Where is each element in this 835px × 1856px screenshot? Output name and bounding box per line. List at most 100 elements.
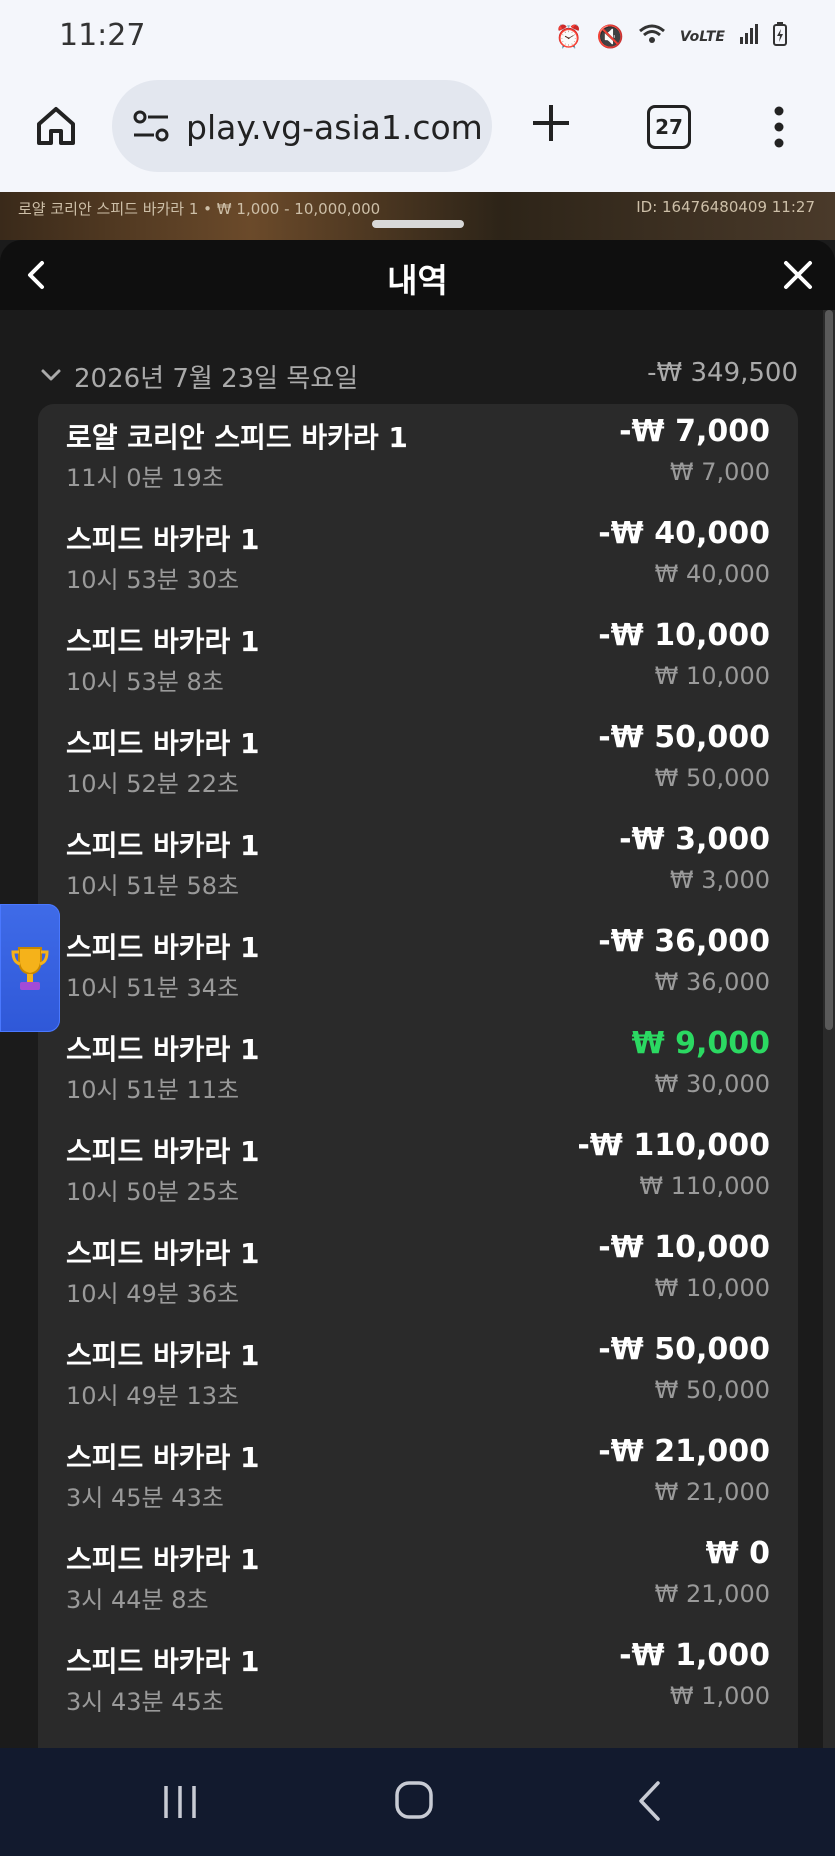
bet-amount: ₩ 1,000: [669, 1682, 770, 1710]
battery-icon: [773, 22, 787, 52]
result-amount: -₩ 10,000: [598, 1230, 770, 1265]
address-bar[interactable]: play.vg-asia1.com: [112, 80, 492, 172]
history-item[interactable]: 스피드 바카라 1 3시 44분 8초 ₩ 0 ₩ 21,000: [38, 1526, 798, 1628]
status-bar: 11:27 ⏰ 🔇 VoLTE: [0, 0, 835, 70]
date-group-header[interactable]: 2026년 7월 23일 목요일 -₩ 349,500: [36, 356, 798, 396]
game-name: 스피드 바카라 1: [66, 1339, 260, 1372]
trophy-tab[interactable]: [0, 904, 60, 1032]
trophy-icon[interactable]: [10, 944, 50, 992]
round-time: 10시 49분 13초: [66, 1382, 240, 1410]
bet-amount: ₩ 7,000: [669, 458, 770, 486]
bet-amount: ₩ 110,000: [639, 1172, 770, 1200]
round-time: 3시 43분 45초: [66, 1688, 224, 1716]
history-item[interactable]: 스피드 바카라 1 10시 53분 8초 -₩ 10,000 ₩ 10,000: [38, 608, 798, 710]
history-item[interactable]: 스피드 바카라 1 10시 51분 58초 -₩ 3,000 ₩ 3,000: [38, 812, 798, 914]
game-name: 스피드 바카라 1: [66, 829, 260, 862]
game-name: 스피드 바카라 1: [66, 727, 260, 760]
game-info-label: 로얄 코리안 스피드 바카라 1 • ₩ 1,000 - 10,000,000: [18, 200, 381, 218]
bet-amount: ₩ 36,000: [654, 968, 770, 996]
recent-apps-icon[interactable]: [160, 1782, 200, 1822]
result-amount: -₩ 36,000: [598, 924, 770, 959]
history-item[interactable]: 스피드 바카라 1 10시 51분 34초 -₩ 36,000 ₩ 36,000: [38, 914, 798, 1016]
game-name: 로얄 코리안 스피드 바카라 1: [66, 421, 408, 454]
drag-handle[interactable]: [372, 220, 464, 228]
bet-amount: ₩ 50,000: [654, 1376, 770, 1404]
history-item[interactable]: 스피드 바카라 1 10시 51분 11초 ₩ 9,000 ₩ 30,000: [38, 1016, 798, 1118]
status-icons: ⏰ 🔇 VoLTE: [555, 22, 787, 52]
history-item[interactable]: 스피드 바카라 1 10시 52분 22초 -₩ 50,000 ₩ 50,000: [38, 710, 798, 812]
bet-amount: ₩ 30,000: [654, 1070, 770, 1098]
game-name: 스피드 바카라 1: [66, 1033, 260, 1066]
date-total: -₩ 349,500: [647, 358, 798, 388]
status-time: 11:27: [59, 18, 146, 53]
result-amount: -₩ 50,000: [598, 1332, 770, 1367]
result-amount: -₩ 21,000: [598, 1434, 770, 1469]
bet-amount: ₩ 3,000: [669, 866, 770, 894]
history-panel: 내역 2026년 7월 23일 목요일 -₩ 349,500 로얄 코리안 스피…: [0, 240, 835, 1748]
system-navigation-bar: [0, 1748, 835, 1856]
result-amount: -₩ 50,000: [598, 720, 770, 755]
volte-icon: VoLTE: [679, 29, 725, 45]
bet-amount: ₩ 10,000: [654, 1274, 770, 1302]
round-time: 10시 49분 36초: [66, 1280, 240, 1308]
home-nav-icon[interactable]: [394, 1780, 434, 1820]
result-amount: -₩ 3,000: [619, 822, 770, 857]
game-name: 스피드 바카라 1: [66, 1237, 260, 1270]
more-menu-icon[interactable]: [770, 104, 788, 150]
bet-amount: ₩ 40,000: [654, 560, 770, 588]
alarm-icon: ⏰: [555, 24, 583, 50]
home-icon[interactable]: [34, 104, 78, 148]
round-time: 10시 51분 58초: [66, 872, 240, 900]
history-list: 로얄 코리안 스피드 바카라 1 11시 0분 19초 -₩ 7,000 ₩ 7,00…: [38, 404, 798, 1748]
url-text[interactable]: play.vg-asia1.com: [186, 108, 483, 147]
mute-icon: 🔇: [596, 24, 624, 50]
result-amount: -₩ 40,000: [598, 516, 770, 551]
history-item[interactable]: 스피드 바카라 1 3시 43분 45초 -₩ 1,000 ₩ 1,000: [38, 1628, 798, 1730]
game-name: 스피드 바카라 1: [66, 523, 260, 556]
browser-toolbar: play.vg-asia1.com 27: [0, 70, 835, 192]
chevron-down-icon[interactable]: [40, 364, 62, 386]
history-item[interactable]: 스피드 바카라 1 10시 49분 13초 -₩ 50,000 ₩ 50,000: [38, 1322, 798, 1424]
round-time: 10시 53분 30초: [66, 566, 240, 594]
new-tab-icon[interactable]: [528, 100, 574, 146]
round-time: 3시 44분 8초: [66, 1586, 209, 1614]
round-time: 10시 51분 34초: [66, 974, 240, 1002]
bet-amount: ₩ 50,000: [654, 764, 770, 792]
game-id-label: ID: 16476480409 11:27: [636, 198, 815, 216]
signal-icon: [739, 23, 759, 51]
result-amount: -₩ 1,000: [619, 1638, 770, 1673]
game-name: 스피드 바카라 1: [66, 1441, 260, 1474]
game-name: 스피드 바카라 1: [66, 931, 260, 964]
round-time: 3시 45분 43초: [66, 1484, 224, 1512]
game-name: 스피드 바카라 1: [66, 1135, 260, 1168]
history-item[interactable]: 로얄 코리안 스피드 바카라 1 11시 0분 19초 -₩ 7,000 ₩ 7,00…: [38, 404, 798, 506]
result-amount: -₩ 10,000: [598, 618, 770, 653]
tab-switcher-button[interactable]: 27: [647, 105, 691, 149]
round-time: 10시 50분 25초: [66, 1178, 240, 1206]
scrollbar-thumb[interactable]: [825, 310, 833, 1030]
game-background: 로얄 코리안 스피드 바카라 1 • ₩ 1,000 - 10,000,000 …: [0, 192, 835, 240]
history-item[interactable]: 스피드 바카라 1 3시 45분 43초 -₩ 21,000 ₩ 21,000: [38, 1424, 798, 1526]
site-settings-icon[interactable]: [132, 108, 170, 144]
history-item[interactable]: 스피드 바카라 1 10시 49분 36초 -₩ 10,000 ₩ 10,000: [38, 1220, 798, 1322]
back-nav-icon[interactable]: [636, 1780, 662, 1822]
game-name: 스피드 바카라 1: [66, 1543, 260, 1576]
round-time: 10시 53분 8초: [66, 668, 224, 696]
close-icon[interactable]: [783, 260, 813, 290]
bet-amount: ₩ 10,000: [654, 662, 770, 690]
panel-title: 내역: [387, 261, 448, 300]
game-name: 스피드 바카라 1: [66, 625, 260, 658]
panel-header: 내역: [0, 240, 835, 310]
bet-amount: ₩ 21,000: [654, 1478, 770, 1506]
game-name: 스피드 바카라 1: [66, 1645, 260, 1678]
wifi-icon: [638, 23, 666, 51]
result-amount: ₩ 9,000: [631, 1026, 770, 1061]
date-label: 2026년 7월 23일 목요일: [74, 364, 359, 394]
scrollbar[interactable]: [823, 310, 835, 1748]
round-time: 10시 52분 22초: [66, 770, 240, 798]
result-amount: -₩ 7,000: [619, 414, 770, 449]
history-item[interactable]: 스피드 바카라 1 10시 50분 25초 -₩ 110,000 ₩ 110,000: [38, 1118, 798, 1220]
history-item[interactable]: 스피드 바카라 1 10시 53분 30초 -₩ 40,000 ₩ 40,000: [38, 506, 798, 608]
result-amount: -₩ 110,000: [577, 1128, 770, 1163]
result-amount: ₩ 0: [705, 1536, 770, 1571]
